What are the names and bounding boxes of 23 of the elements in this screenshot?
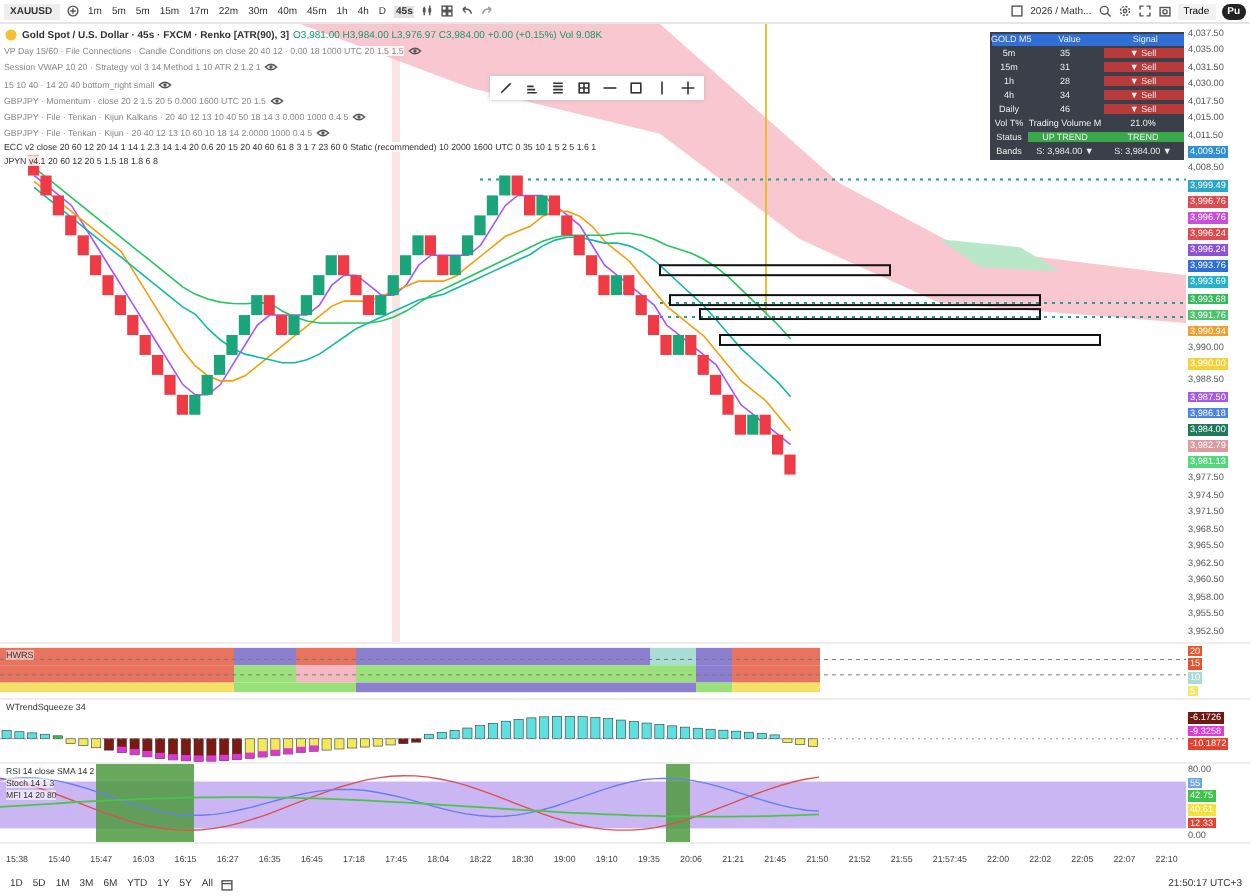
grid-icon[interactable] bbox=[440, 4, 455, 18]
fullscreen-icon[interactable] bbox=[1137, 4, 1152, 18]
grid-icon[interactable] bbox=[576, 80, 592, 96]
undo-icon[interactable] bbox=[460, 4, 475, 18]
candles-icon[interactable] bbox=[420, 4, 435, 18]
square-icon[interactable] bbox=[1010, 4, 1025, 18]
eye-icon[interactable] bbox=[269, 93, 284, 108]
plus-circle-icon[interactable] bbox=[66, 4, 80, 18]
line-tool-icon[interactable] bbox=[498, 80, 514, 96]
crosshair-icon[interactable] bbox=[680, 80, 696, 96]
symbol-logo-icon bbox=[4, 28, 18, 42]
eye-icon[interactable] bbox=[352, 109, 367, 124]
calendar-icon[interactable] bbox=[220, 877, 235, 891]
eye-icon[interactable] bbox=[316, 126, 331, 141]
eye-icon[interactable] bbox=[158, 77, 173, 92]
settings-icon[interactable] bbox=[1117, 4, 1132, 18]
eye-icon[interactable] bbox=[407, 44, 422, 59]
eye-icon[interactable] bbox=[264, 60, 279, 75]
search-icon[interactable] bbox=[1097, 4, 1112, 18]
list-icon[interactable] bbox=[550, 80, 566, 96]
redo-icon[interactable] bbox=[480, 4, 495, 18]
rectangle-icon[interactable] bbox=[628, 80, 644, 96]
camera-icon[interactable] bbox=[1157, 4, 1172, 18]
